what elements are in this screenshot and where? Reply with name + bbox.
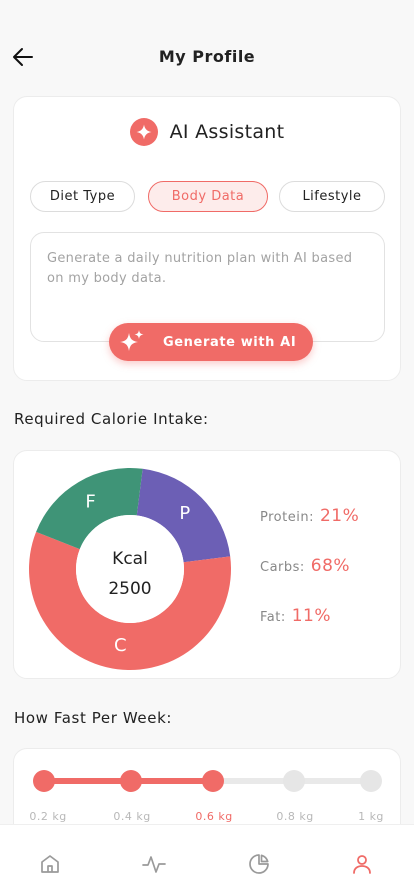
tab-lifestyle[interactable]: Lifestyle (279, 181, 385, 212)
macro-carbs-percent: 68% (310, 556, 351, 576)
donut-letter-p: P (179, 503, 190, 524)
slider-stop[interactable] (120, 770, 142, 792)
speed-option-label: 0.8 kg (276, 810, 314, 823)
slider-stop[interactable] (283, 770, 305, 792)
ai-assistant-header: AI Assistant (14, 117, 400, 147)
home-icon (41, 855, 59, 873)
macro-fat: Fat: 11% (260, 606, 331, 626)
bottom-tab-bar (0, 824, 414, 896)
speed-option-label: 0.2 kg (29, 810, 67, 823)
sparkle-icon (129, 118, 158, 146)
pie-chart-icon (249, 854, 269, 874)
donut-center (76, 515, 184, 623)
macro-fat-label: Fat: (260, 610, 286, 625)
macro-donut-chart: Kcal 2500 P C F (28, 468, 231, 670)
slider-stop[interactable] (360, 770, 382, 792)
page-title: My Profile (158, 47, 256, 66)
activity-icon (142, 856, 166, 873)
user-icon (353, 855, 371, 874)
macro-carbs: Carbs: 68% (260, 556, 350, 576)
tab-activity[interactable] (139, 849, 169, 879)
speed-option-label-selected: 0.6 kg (195, 810, 233, 823)
tab-stats[interactable] (244, 849, 274, 879)
tab-diet-type[interactable]: Diet Type (30, 181, 135, 212)
sparkles-icon (120, 330, 144, 351)
macro-protein: Protein: 21% (260, 506, 359, 526)
calorie-card: Kcal 2500 P C F Protein: 21% Carbs: 68% Fa… (13, 450, 401, 679)
macro-fat-percent: 11% (291, 606, 332, 626)
speed-slider[interactable] (14, 749, 402, 809)
tab-home[interactable] (35, 849, 65, 879)
speed-option-label: 1 kg (358, 810, 384, 823)
kcal-unit: Kcal (112, 549, 148, 569)
header: My Profile (0, 0, 414, 96)
slider-stop[interactable] (33, 770, 55, 792)
generate-with-ai-button[interactable]: Generate with AI (109, 323, 313, 361)
ai-assistant-title: AI Assistant (169, 121, 285, 143)
slider-thumb-selected[interactable] (202, 770, 224, 792)
generate-button-label: Generate with AI (163, 334, 297, 350)
ai-assistant-card: AI Assistant Diet Type Body Data Lifesty… (13, 96, 401, 381)
macro-protein-percent: 21% (319, 506, 360, 526)
speed-section-title: How Fast Per Week: (14, 709, 173, 727)
speed-option-label: 0.4 kg (113, 810, 151, 823)
calorie-section-title: Required Calorie Intake: (14, 410, 209, 428)
tab-profile[interactable] (347, 849, 377, 879)
macro-carbs-label: Carbs: (260, 560, 305, 575)
donut-letter-c: C (114, 635, 127, 656)
macro-protein-label: Protein: (260, 510, 314, 525)
tab-body-data[interactable]: Body Data (148, 181, 268, 212)
donut-letter-f: F (85, 491, 95, 512)
kcal-value: 2500 (108, 579, 151, 599)
